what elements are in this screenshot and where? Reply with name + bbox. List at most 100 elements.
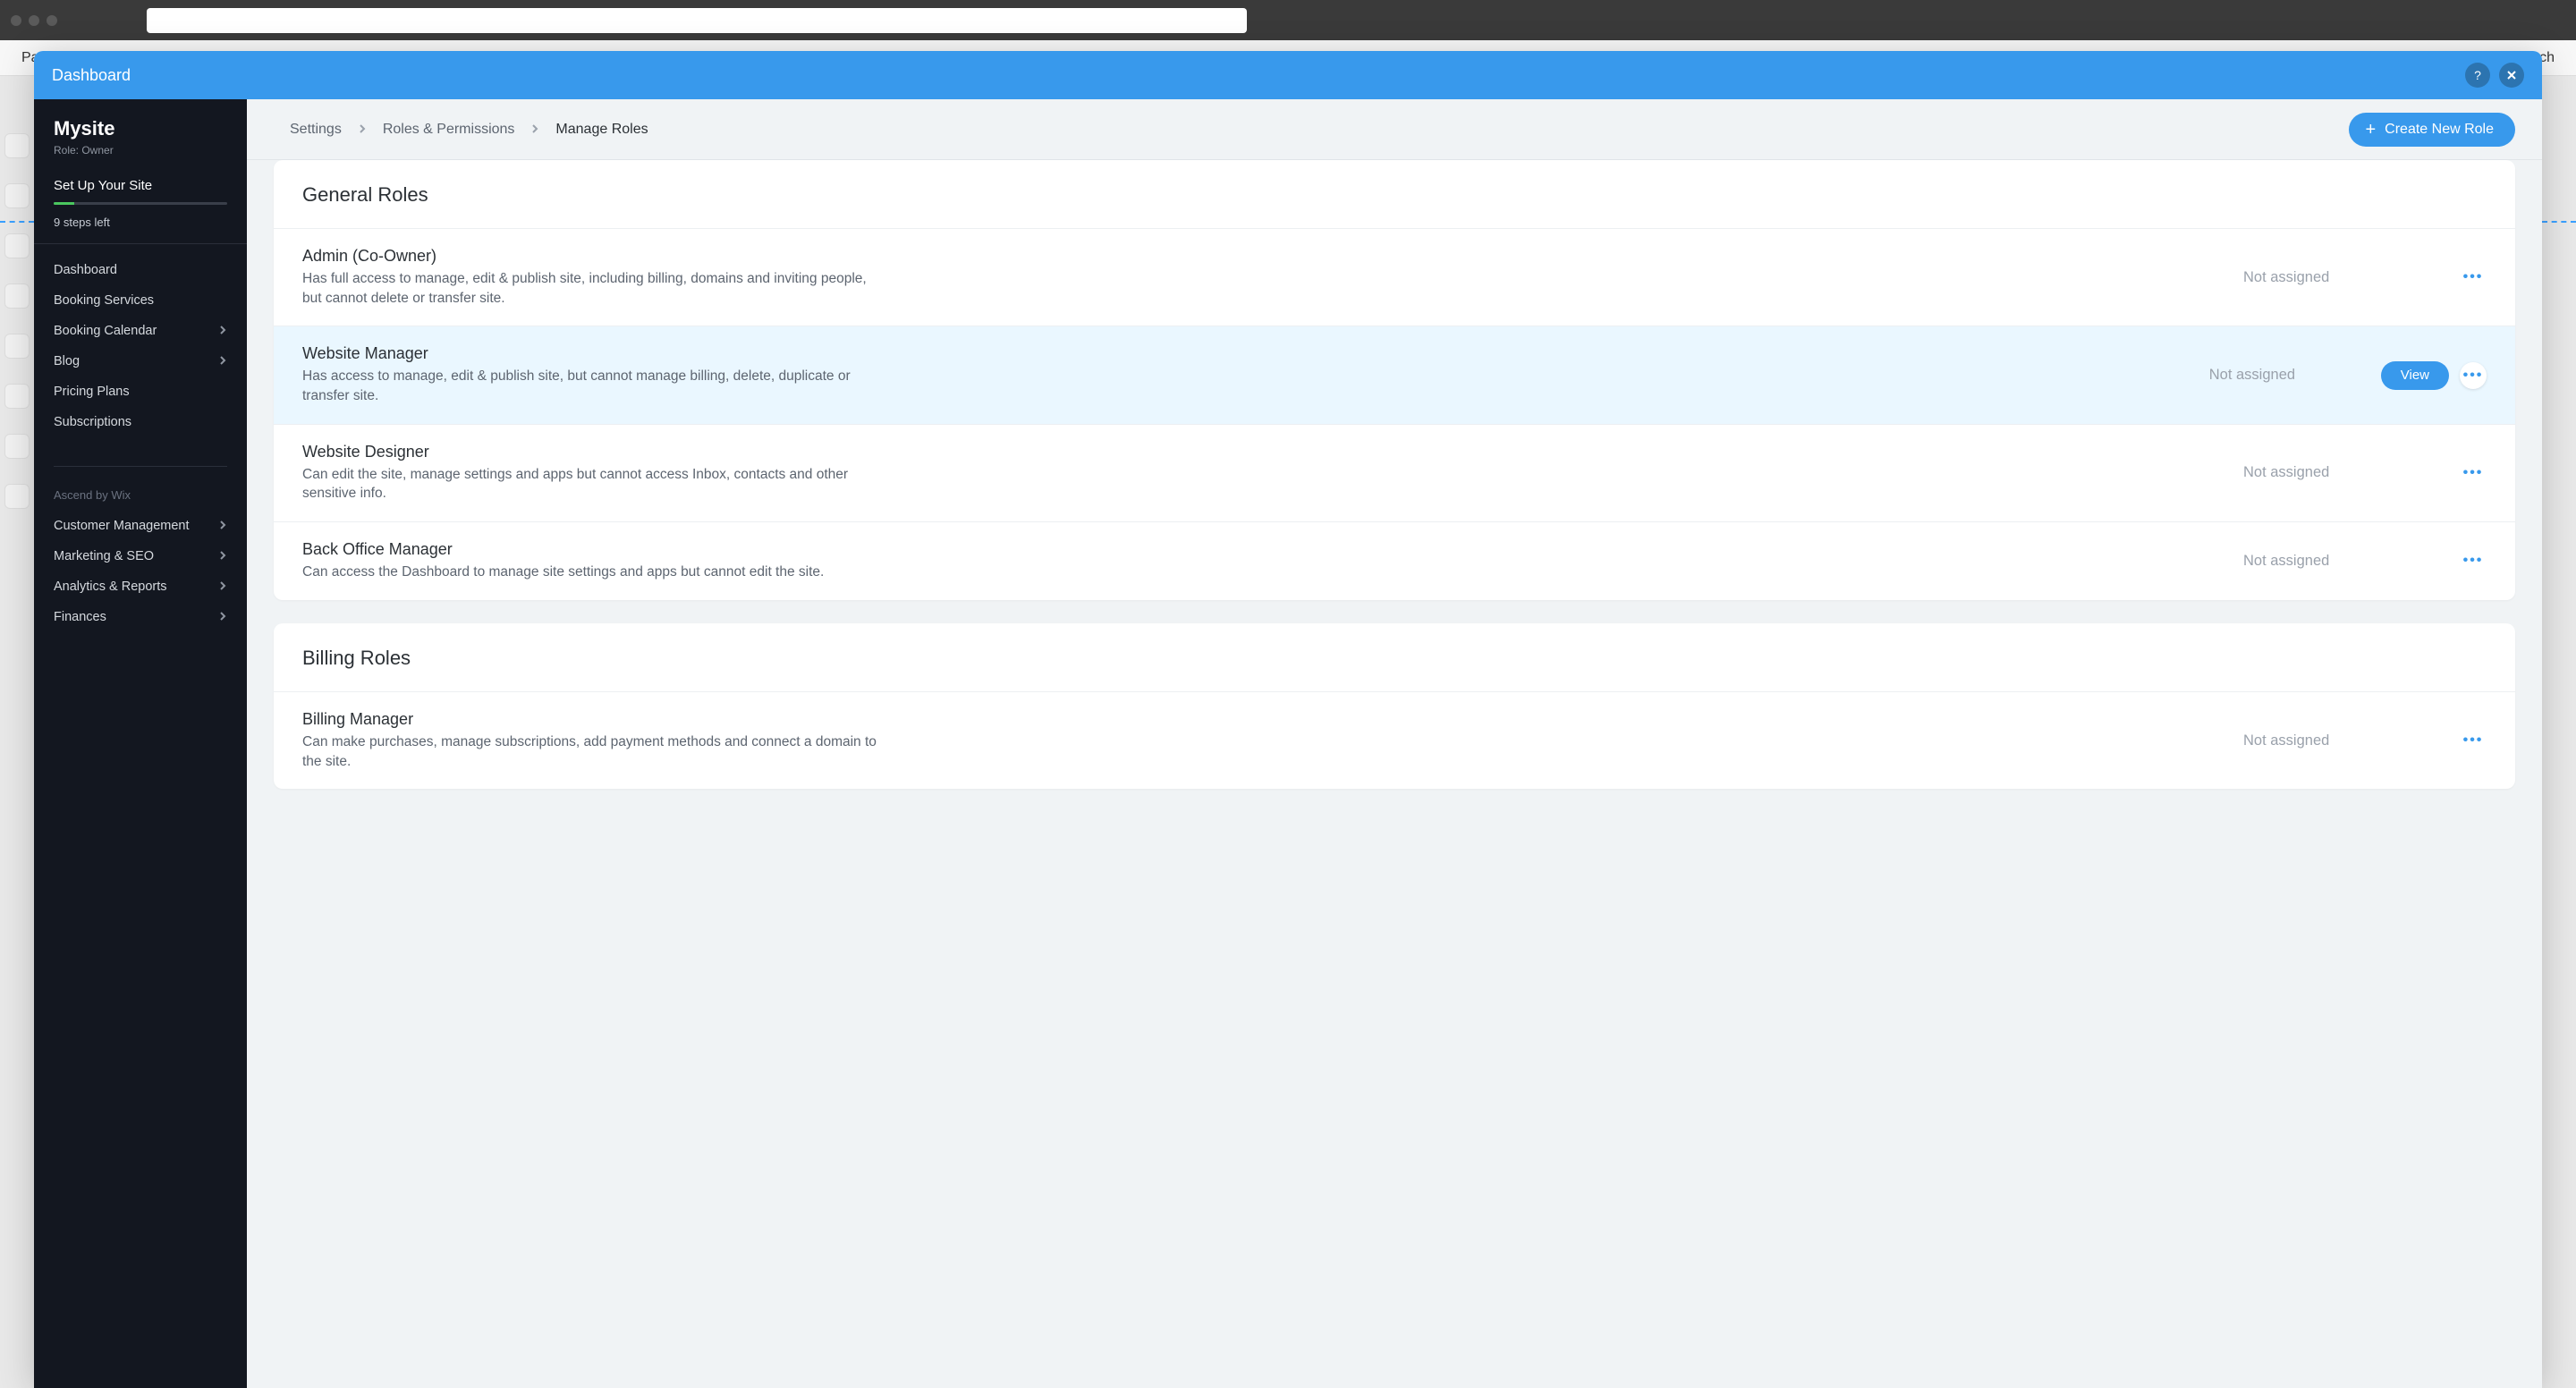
help-icon: ?: [2474, 68, 2481, 82]
sidebar-item[interactable]: Dashboard: [34, 255, 247, 285]
traffic-light-minimize[interactable]: [29, 15, 39, 26]
sidebar-item[interactable]: Customer Management: [34, 511, 247, 541]
role-status: Not assigned: [2243, 269, 2395, 286]
role-section-card: General RolesAdmin (Co-Owner)Has full ac…: [274, 160, 2515, 600]
setup-steps-left: 9 steps left: [54, 216, 227, 229]
panel-header: Dashboard ?: [34, 51, 2542, 99]
sidebar-site-block: Mysite Role: Owner: [34, 99, 247, 165]
role-row[interactable]: Website Manager Has access to manage, edi…: [274, 326, 2515, 423]
sidebar-item-label: Dashboard: [54, 263, 117, 277]
dashboard-panel: Dashboard ? Mysite Role: Owner Set Up Yo…: [34, 51, 2542, 1388]
role-row[interactable]: Admin (Co-Owner) Has full access to manag…: [274, 228, 2515, 326]
role-actions: View •••: [2381, 361, 2487, 390]
chevron-right-icon: [218, 519, 227, 533]
role-status: Not assigned: [2243, 553, 2395, 570]
setup-progress-fill: [54, 202, 74, 205]
role-status: Not assigned: [2243, 464, 2395, 481]
role-info: Admin (Co-Owner) Has full access to manag…: [302, 247, 2224, 308]
more-icon[interactable]: •••: [2460, 264, 2487, 291]
role-description: Has full access to manage, edit & publis…: [302, 269, 884, 308]
sidebar-nav: Dashboard Booking Services Booking Calenda…: [34, 244, 247, 453]
main-area: SettingsRoles & PermissionsManage Roles …: [247, 99, 2542, 1388]
more-icon[interactable]: •••: [2460, 362, 2487, 389]
sidebar-item[interactable]: Marketing & SEO: [34, 541, 247, 571]
role-actions: •••: [2415, 727, 2487, 754]
browser-chrome: [0, 0, 2576, 40]
chevron-right-icon: [530, 122, 539, 138]
guide-line: [2542, 221, 2576, 223]
sidebar-item[interactable]: Analytics & Reports: [34, 571, 247, 602]
close-icon: [2506, 70, 2517, 80]
bg-icon: [4, 183, 30, 208]
help-button[interactable]: ?: [2465, 63, 2490, 88]
role-description: Can edit the site, manage settings and a…: [302, 465, 884, 504]
site-name: Mysite: [54, 117, 227, 140]
setup-progress: [54, 202, 227, 205]
close-button[interactable]: [2499, 63, 2524, 88]
sidebar-item-label: Subscriptions: [54, 415, 131, 429]
sidebar-item[interactable]: Subscriptions: [34, 407, 247, 437]
create-new-role-button[interactable]: + Create New Role: [2349, 113, 2515, 147]
window-controls: [11, 15, 57, 26]
sidebar-item-label: Analytics & Reports: [54, 580, 167, 594]
sidebar: Mysite Role: Owner Set Up Your Site 9 st…: [34, 99, 247, 1388]
role-description: Has access to manage, edit & publish sit…: [302, 367, 884, 405]
more-icon[interactable]: •••: [2460, 547, 2487, 574]
role-name: Billing Manager: [302, 710, 2224, 729]
guide-line: [0, 221, 34, 223]
setup-title: Set Up Your Site: [54, 178, 227, 193]
traffic-light-close[interactable]: [11, 15, 21, 26]
role-status: Not assigned: [2209, 367, 2361, 384]
role-row[interactable]: Back Office ManagerCan access the Dashbo…: [274, 521, 2515, 600]
more-icon[interactable]: •••: [2460, 460, 2487, 487]
bg-icon: [4, 484, 30, 509]
role-info: Website Manager Has access to manage, edi…: [302, 344, 2190, 405]
breadcrumb: SettingsRoles & PermissionsManage Roles: [290, 122, 648, 138]
role-name: Website Manager: [302, 344, 2190, 363]
chevron-right-icon: [218, 610, 227, 624]
role-section-card: Billing Roles Billing Manager Can make pur…: [274, 623, 2515, 789]
sidebar-item[interactable]: Finances: [34, 602, 247, 632]
role-description: Can make purchases, manage subscriptions…: [302, 732, 884, 771]
chevron-right-icon: [218, 354, 227, 368]
sidebar-item-label: Booking Calendar: [54, 324, 157, 338]
role-info: Website Designer Can edit the site, manag…: [302, 443, 2224, 504]
breadcrumb-item[interactable]: Settings: [290, 122, 342, 138]
content: General RolesAdmin (Co-Owner)Has full ac…: [247, 160, 2542, 814]
breadcrumb-item[interactable]: Roles & Permissions: [383, 122, 515, 138]
bg-icon: [4, 434, 30, 459]
role-row[interactable]: Website Designer Can edit the site, manag…: [274, 424, 2515, 521]
chevron-right-icon: [218, 324, 227, 338]
sidebar-item-label: Finances: [54, 610, 106, 624]
create-button-label: Create New Role: [2385, 122, 2494, 138]
more-icon[interactable]: •••: [2460, 727, 2487, 754]
panel-title: Dashboard: [52, 66, 131, 85]
sidebar-item-label: Customer Management: [54, 519, 190, 533]
view-button[interactable]: View: [2381, 361, 2449, 390]
role-row[interactable]: Billing Manager Can make purchases, manag…: [274, 691, 2515, 789]
chevron-right-icon: [218, 580, 227, 594]
sidebar-section-heading: Ascend by Wix: [34, 479, 247, 507]
bg-icon: [4, 133, 30, 158]
sidebar-item[interactable]: Booking Calendar: [34, 316, 247, 346]
chevron-right-icon: [218, 549, 227, 563]
sidebar-item[interactable]: Blog: [34, 346, 247, 377]
bg-icon: [4, 334, 30, 359]
setup-block[interactable]: Set Up Your Site 9 steps left: [34, 165, 247, 244]
sidebar-separator: [54, 466, 227, 467]
sidebar-item[interactable]: Pricing Plans: [34, 377, 247, 407]
url-bar[interactable]: [147, 8, 1247, 33]
topbar: SettingsRoles & PermissionsManage Roles …: [247, 99, 2542, 160]
role-actions: •••: [2415, 547, 2487, 574]
role-name: Admin (Co-Owner): [302, 247, 2224, 266]
sidebar-item-label: Blog: [54, 354, 80, 368]
traffic-light-zoom[interactable]: [47, 15, 57, 26]
bg-icon: [4, 284, 30, 309]
role-description: Can access the Dashboard to manage site …: [302, 563, 884, 582]
sidebar-item[interactable]: Booking Services: [34, 285, 247, 316]
plus-icon: +: [2365, 121, 2376, 139]
role-name: Website Designer: [302, 443, 2224, 461]
section-title: Billing Roles: [274, 623, 2515, 691]
chevron-right-icon: [358, 122, 367, 138]
sidebar-item-label: Marketing & SEO: [54, 549, 154, 563]
